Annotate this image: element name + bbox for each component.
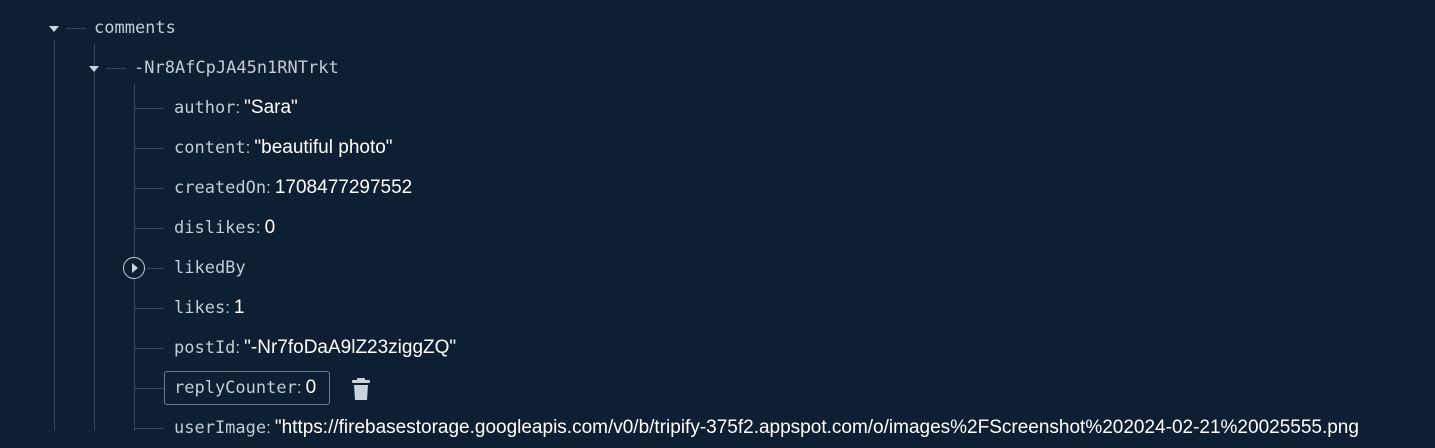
- connector: [134, 188, 164, 189]
- connector: [134, 228, 164, 229]
- chevron-right-circle-icon: [132, 263, 138, 273]
- connector: [146, 268, 164, 269]
- connector: [134, 148, 164, 149]
- field-userImage[interactable]: userImage: "https://firebasestorage.googl…: [174, 408, 1359, 448]
- field-dislikes[interactable]: dislikes: 0: [174, 208, 275, 248]
- field-value: 1: [233, 297, 245, 318]
- tree-guide-child: [94, 44, 95, 431]
- field-likedBy[interactable]: likedBy: [174, 248, 246, 288]
- field-likes[interactable]: likes: 1: [174, 288, 245, 328]
- node-key-comment-id[interactable]: -Nr8AfCpJA45n1RNTrkt: [134, 48, 339, 88]
- field-value: 1708477297552: [274, 177, 413, 198]
- field-value: 0: [264, 217, 276, 238]
- field-content[interactable]: content: "beautiful photo": [174, 128, 393, 168]
- caret-down-icon[interactable]: [89, 66, 99, 72]
- field-postId[interactable]: postId: "-Nr7foDaA9lZ23ziggZQ": [174, 328, 456, 368]
- field-author[interactable]: author: "Sara": [174, 88, 298, 128]
- field-value: "Sara": [244, 97, 298, 118]
- field-replyCounter[interactable]: replyCounter: 0: [174, 368, 316, 408]
- connector: [134, 308, 164, 309]
- tree-guide-root: [54, 40, 55, 431]
- trash-icon[interactable]: [351, 377, 371, 401]
- connector: [134, 348, 164, 349]
- field-value: "-Nr7foDaA9lZ23ziggZQ": [244, 337, 457, 358]
- field-createdOn[interactable]: createdOn: 1708477297552: [174, 168, 412, 208]
- connector: [106, 68, 126, 69]
- node-key-comments[interactable]: comments: [94, 8, 176, 48]
- connector: [134, 428, 164, 429]
- connector: [66, 28, 86, 29]
- field-value: "beautiful photo": [254, 137, 393, 158]
- field-value: "https://firebasestorage.googleapis.com/…: [274, 417, 1359, 438]
- field-value: 0: [305, 377, 317, 398]
- expand-likedBy-button[interactable]: [123, 257, 145, 279]
- caret-down-icon[interactable]: [49, 26, 59, 32]
- connector: [134, 108, 164, 109]
- connector: [134, 388, 164, 389]
